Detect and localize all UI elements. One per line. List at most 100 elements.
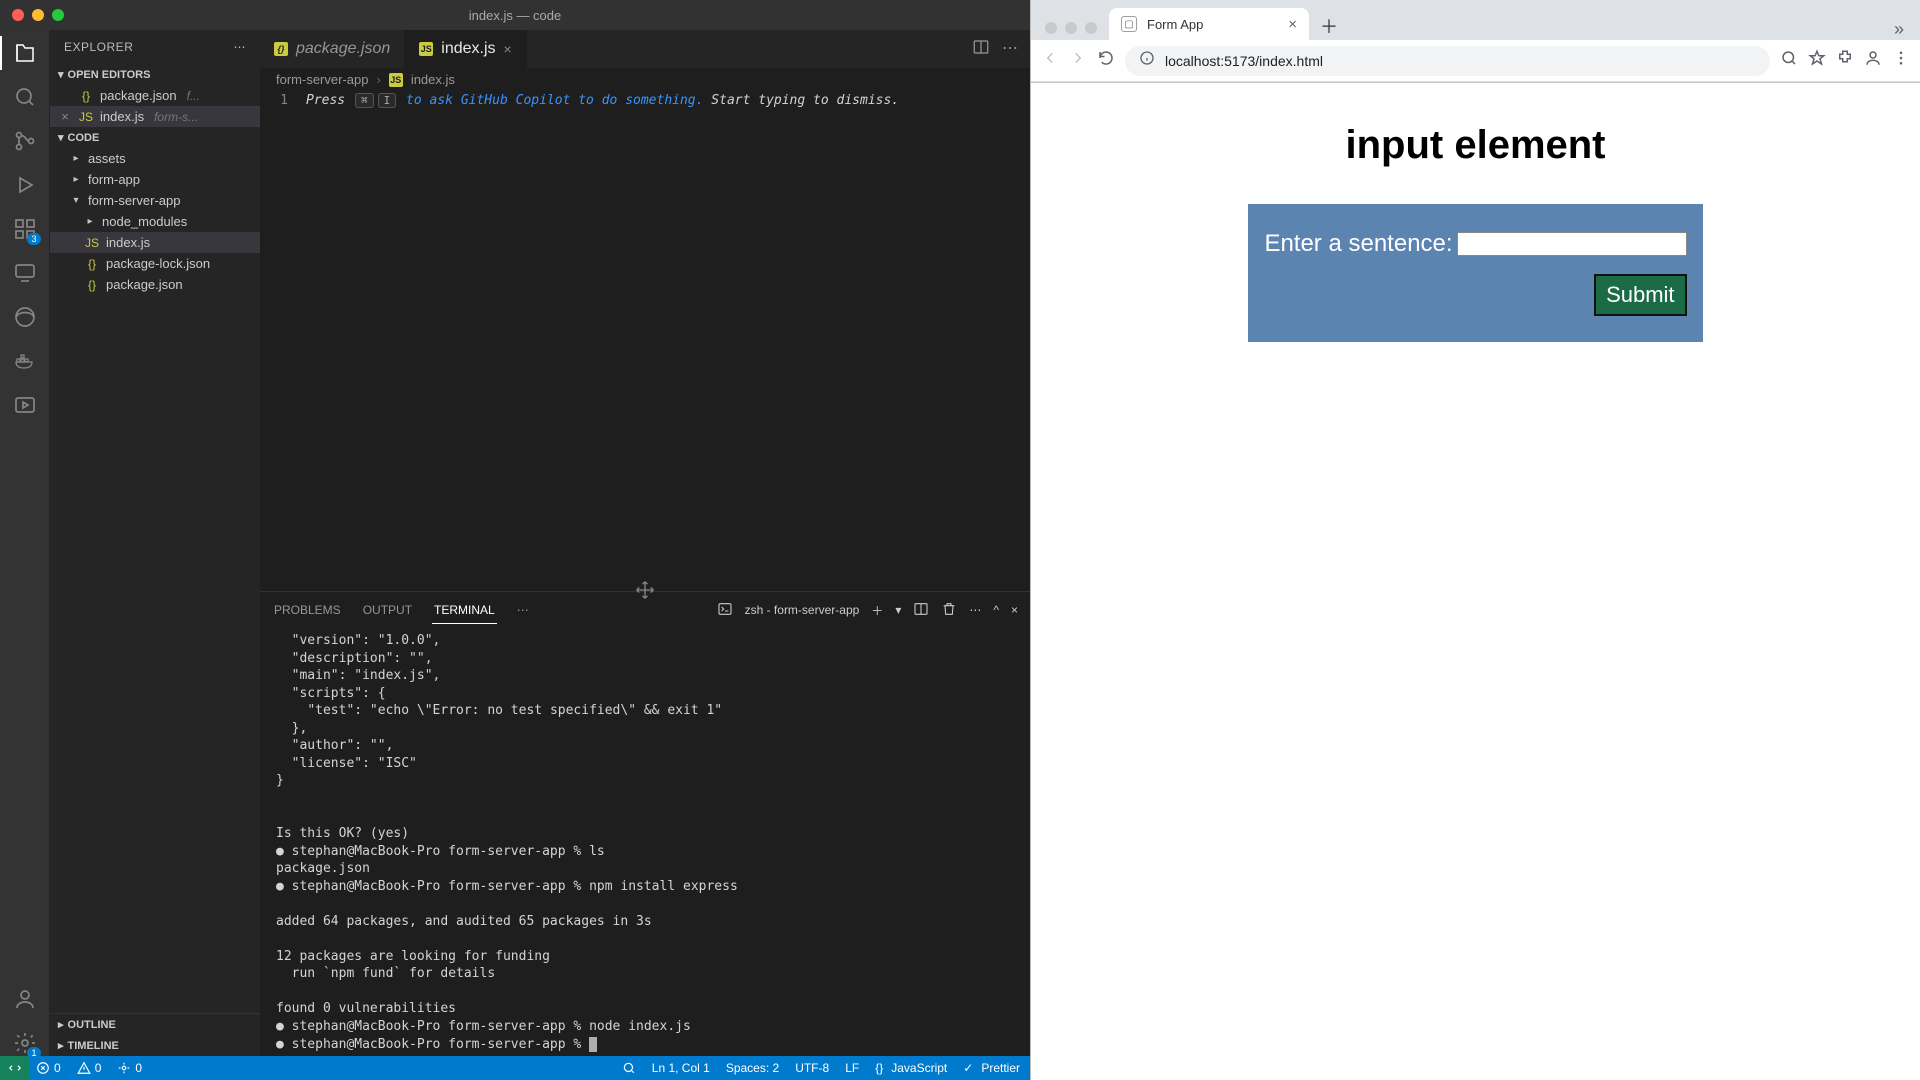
run-debug-icon[interactable] <box>12 172 38 198</box>
minimize-window-icon[interactable] <box>1065 22 1077 34</box>
more-icon[interactable]: ⋯ <box>234 40 247 54</box>
browser-tab[interactable]: ▢ Form App × <box>1109 8 1309 40</box>
terminal-shell-label[interactable]: zsh - form-server-app <box>745 603 860 617</box>
split-editor-icon[interactable] <box>972 38 990 61</box>
status-warnings[interactable]: 0 <box>77 1061 102 1075</box>
tree-folder[interactable]: ▸ assets <box>50 148 260 169</box>
status-ports[interactable]: 0 <box>117 1061 142 1075</box>
tree-file-active[interactable]: JS index.js <box>50 232 260 253</box>
breadcrumb[interactable]: form-server-app › JS index.js <box>260 68 1030 91</box>
tab-label: package.json <box>296 40 390 58</box>
json-file-icon: {} <box>84 278 100 292</box>
workspace-header[interactable]: ▾ CODE <box>50 127 260 148</box>
more-icon[interactable]: ⋯ <box>1002 38 1018 61</box>
back-button[interactable] <box>1041 49 1059 72</box>
close-window-icon[interactable] <box>1045 22 1057 34</box>
status-eol[interactable]: LF <box>845 1061 859 1075</box>
tree-file[interactable]: {} package-lock.json <box>50 253 260 274</box>
extensions-icon[interactable] <box>1836 49 1854 72</box>
docker-icon[interactable] <box>12 348 38 374</box>
open-editors-header[interactable]: ▾ OPEN EDITORS <box>50 64 260 85</box>
status-errors[interactable]: 0 <box>36 1061 61 1075</box>
gear-icon[interactable]: 1 <box>12 1030 38 1056</box>
menu-icon[interactable] <box>1892 49 1910 72</box>
page-content: input element Enter a sentence: Submit <box>1031 83 1920 1080</box>
tab-package-json[interactable]: {} package.json <box>260 30 405 68</box>
tree-file[interactable]: {} package.json <box>50 274 260 295</box>
kbd-i: I <box>378 93 397 108</box>
edge-icon[interactable] <box>12 304 38 330</box>
input-label: Enter a sentence: <box>1264 230 1452 258</box>
panel-tab-terminal[interactable]: TERMINAL <box>432 597 497 624</box>
more-icon[interactable]: ⋯ <box>969 603 981 617</box>
submit-button[interactable]: Submit <box>1594 274 1686 316</box>
account-icon[interactable] <box>12 986 38 1012</box>
folder-name: form-app <box>88 172 140 187</box>
bookmark-icon[interactable] <box>1808 49 1826 72</box>
close-icon[interactable]: × <box>504 41 512 57</box>
timeline-header[interactable]: ▸ TIMELINE <box>50 1035 260 1056</box>
reload-button[interactable] <box>1097 49 1115 72</box>
code-area[interactable]: 1 Press ⌘I to ask GitHub Copilot to do s… <box>260 91 1030 591</box>
panel-tab-problems[interactable]: PROBLEMS <box>272 597 343 623</box>
status-prettier[interactable]: ✓Prettier <box>963 1061 1020 1075</box>
error-count: 0 <box>54 1061 61 1075</box>
file-tree: ▸ assets ▸ form-app ▾ form-server-app ▸ … <box>50 148 260 1013</box>
open-editor-name: index.js <box>100 109 144 124</box>
profile-icon[interactable] <box>1864 49 1882 72</box>
chevron-right-icon: › <box>376 72 380 87</box>
live-share-icon[interactable] <box>12 392 38 418</box>
open-editor-item[interactable]: {} package.json f... <box>50 85 260 106</box>
outline-header[interactable]: ▸ OUTLINE <box>50 1014 260 1035</box>
site-info-icon[interactable] <box>1139 50 1155 71</box>
status-lang[interactable]: {}JavaScript <box>875 1061 947 1075</box>
search-icon[interactable] <box>12 84 38 110</box>
omnibox[interactable]: localhost:5173/index.html <box>1125 46 1770 76</box>
outline-label: OUTLINE <box>68 1019 116 1031</box>
explorer-sidebar: EXPLORER ⋯ ▾ OPEN EDITORS {} package.jso… <box>50 30 260 1056</box>
sentence-input[interactable] <box>1457 232 1687 256</box>
maximize-window-icon[interactable] <box>1085 22 1097 34</box>
zoom-icon[interactable] <box>1780 49 1798 72</box>
status-spaces[interactable]: Spaces: 2 <box>726 1061 779 1075</box>
status-encoding[interactable]: UTF-8 <box>795 1061 829 1075</box>
close-icon[interactable]: × <box>1288 16 1297 33</box>
zoom-icon[interactable] <box>622 1061 636 1075</box>
trash-icon[interactable] <box>941 601 957 620</box>
forward-button[interactable] <box>1069 49 1087 72</box>
new-terminal-icon[interactable]: ＋ <box>871 602 883 619</box>
js-file-icon: JS <box>419 42 433 56</box>
more-icon[interactable]: ⋯ <box>515 597 531 623</box>
folder-name: form-server-app <box>88 193 180 208</box>
remote-explorer-icon[interactable] <box>12 260 38 286</box>
tree-folder[interactable]: ▸ form-app <box>50 169 260 190</box>
close-icon[interactable]: × <box>1011 603 1018 617</box>
explorer-title: EXPLORER <box>64 40 133 54</box>
tab-index-js[interactable]: JS index.js × <box>405 30 526 68</box>
chevron-down-icon[interactable]: » <box>1894 19 1912 40</box>
move-cursor-icon[interactable] <box>635 580 655 605</box>
form-card: Enter a sentence: Submit <box>1248 204 1702 342</box>
chevron-right-icon: ▸ <box>58 1018 64 1031</box>
window-title: index.js — code <box>0 8 1030 23</box>
status-cursor[interactable]: Ln 1, Col 1 <box>652 1061 710 1075</box>
close-icon[interactable]: × <box>58 109 72 124</box>
timeline-label: TIMELINE <box>68 1040 119 1052</box>
split-terminal-icon[interactable] <box>913 601 929 620</box>
chrome-toolbar: localhost:5173/index.html <box>1031 40 1920 82</box>
chevron-down-icon[interactable]: ▾ <box>895 603 901 617</box>
tree-folder[interactable]: ▸ node_modules <box>50 211 260 232</box>
remote-indicator[interactable] <box>0 1056 30 1080</box>
source-control-icon[interactable] <box>12 128 38 154</box>
chrome-top: ▢ Form App × ＋ » localhost:5173/index.ht… <box>1031 0 1920 83</box>
tree-folder-open[interactable]: ▾ form-server-app <box>50 190 260 211</box>
panel-tab-output[interactable]: OUTPUT <box>361 597 414 623</box>
url-text: localhost:5173/index.html <box>1165 53 1323 69</box>
open-editor-item-active[interactable]: × JS index.js form-s... <box>50 106 260 127</box>
explorer-icon[interactable] <box>12 40 38 66</box>
extensions-icon[interactable]: 3 <box>12 216 38 242</box>
terminal-output[interactable]: "version": "1.0.0", "description": "", "… <box>260 628 1030 1056</box>
chevron-right-icon: ▸ <box>70 153 82 164</box>
chevron-up-icon[interactable]: ^ <box>993 603 999 617</box>
new-tab-button[interactable]: ＋ <box>1315 12 1343 40</box>
